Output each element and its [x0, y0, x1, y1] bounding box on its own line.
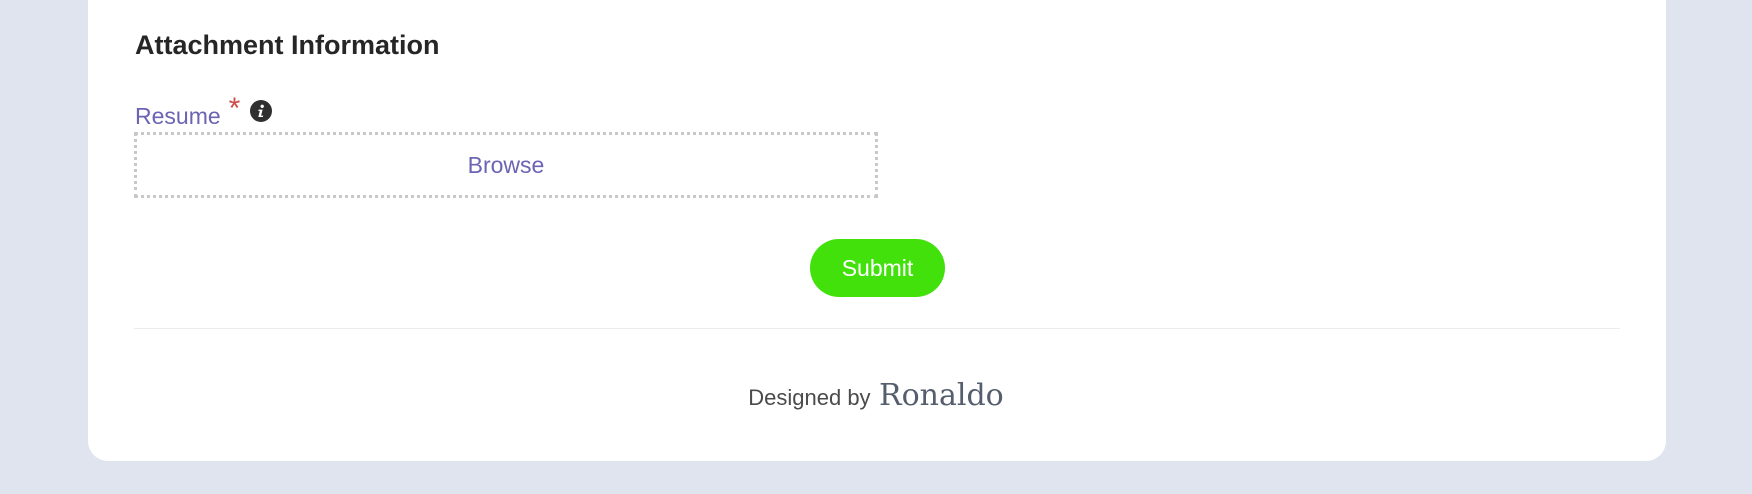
required-marker: *: [228, 92, 241, 125]
divider: [134, 328, 1620, 329]
footer-prefix: Designed by: [748, 385, 871, 410]
browse-link[interactable]: Browse: [468, 152, 545, 179]
resume-upload-dropzone[interactable]: Browse: [134, 132, 878, 198]
resume-label: Resume: [135, 103, 221, 129]
info-icon[interactable]: [250, 100, 273, 122]
submit-button[interactable]: Submit: [810, 239, 945, 297]
footer: Designed by Ronaldo: [0, 378, 1752, 413]
resume-label-row: Resume *: [135, 92, 273, 129]
section-title: Attachment Information: [135, 30, 440, 60]
designer-name: Ronaldo: [879, 378, 1004, 413]
